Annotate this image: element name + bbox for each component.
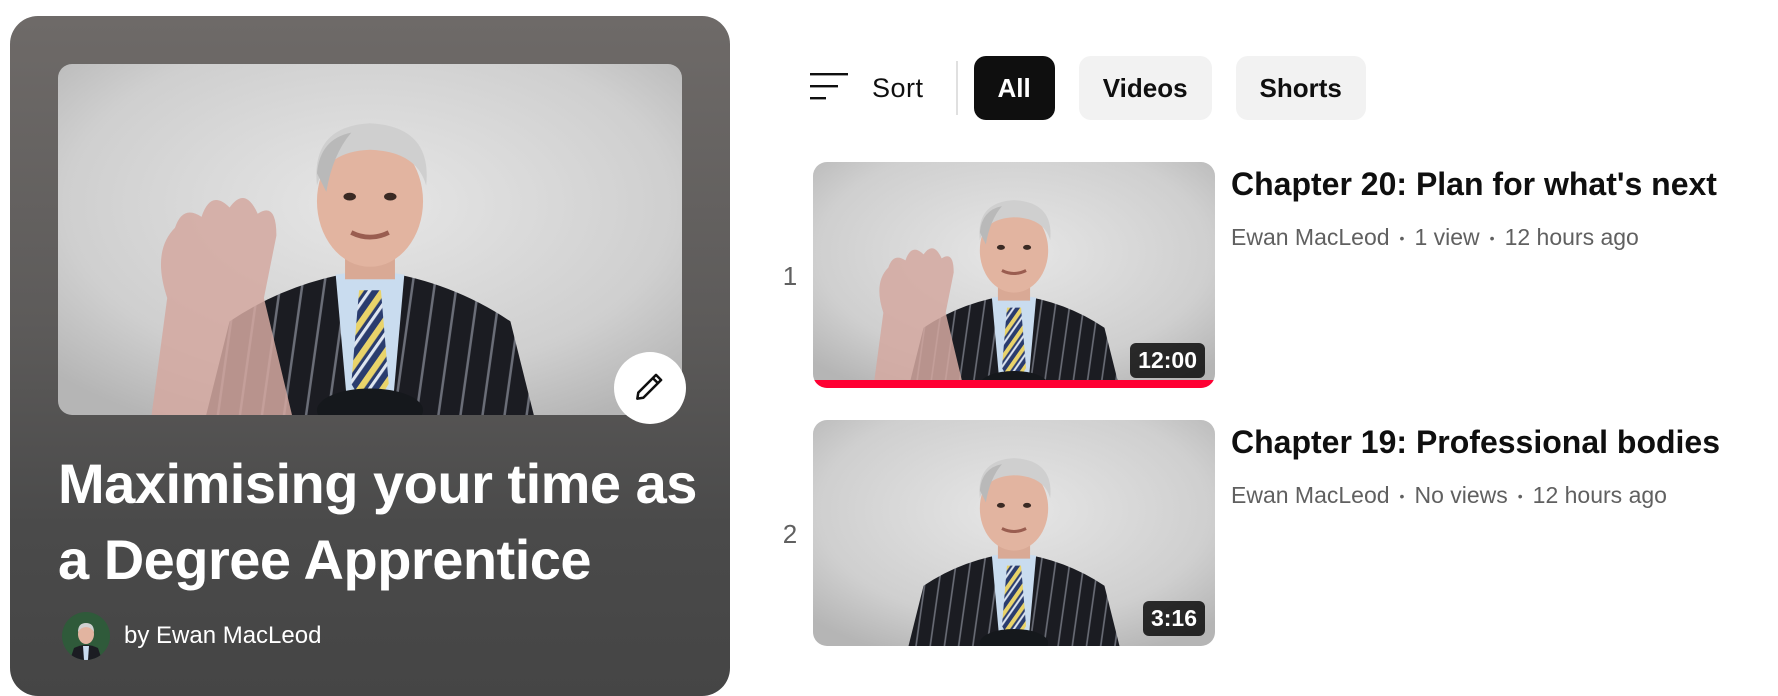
sort-icon — [810, 71, 850, 106]
edit-thumbnail-button[interactable] — [614, 352, 686, 424]
separator-dot: • — [1399, 229, 1405, 246]
list-item[interactable]: 1 12:00 Chapter 20: Plan for what's next… — [760, 162, 1770, 390]
playlist-title: Maximising your time as a Degree Apprent… — [58, 452, 697, 591]
video-thumbnail[interactable]: 3:16 — [813, 420, 1215, 646]
video-index: 1 — [782, 260, 798, 291]
chip-videos[interactable]: Videos — [1078, 56, 1212, 120]
video-thumbnail[interactable]: 12:00 — [813, 162, 1215, 388]
video-index: 2 — [782, 518, 798, 549]
chip-shorts[interactable]: Shorts — [1235, 56, 1366, 120]
watch-progress-bar — [813, 380, 1215, 388]
playlist-thumbnail[interactable] — [58, 64, 682, 415]
divider — [955, 61, 958, 115]
sort-label: Sort — [872, 72, 924, 103]
playlist-owner[interactable]: by Ewan MacLeod — [62, 612, 321, 660]
video-meta: Ewan MacLeod • No views • 12 hours ago — [1231, 482, 1761, 509]
pencil-icon — [631, 367, 669, 410]
video-title[interactable]: Chapter 20: Plan for what's next — [1231, 164, 1761, 204]
video-meta: Ewan MacLeod • 1 view • 12 hours ago — [1231, 224, 1761, 251]
duration-badge: 12:00 — [1130, 343, 1205, 378]
video-info: Chapter 19: Professional bodies Ewan Mac… — [1231, 422, 1761, 509]
view-count: 1 view — [1414, 224, 1480, 250]
owner-name[interactable]: by Ewan MacLeod — [124, 622, 321, 650]
channel-name[interactable]: Ewan MacLeod — [1231, 482, 1390, 509]
playlist-header-panel: Maximising your time as a Degree Apprent… — [10, 16, 730, 696]
video-info: Chapter 20: Plan for what's next Ewan Ma… — [1231, 164, 1761, 251]
view-count: No views — [1414, 482, 1508, 508]
upload-age: 12 hours ago — [1532, 482, 1667, 508]
separator-dot: • — [1399, 487, 1405, 504]
list-item[interactable]: 2 3:16 Chapter 19: Professional bodies E… — [760, 420, 1770, 648]
separator-dot: • — [1517, 487, 1523, 504]
video-title[interactable]: Chapter 19: Professional bodies — [1231, 422, 1761, 462]
separator-dot: • — [1489, 229, 1495, 246]
channel-name[interactable]: Ewan MacLeod — [1231, 224, 1390, 251]
chip-all[interactable]: All — [973, 56, 1055, 120]
avatar[interactable] — [62, 612, 110, 660]
duration-badge: 3:16 — [1142, 601, 1205, 636]
filter-bar: Sort All Videos Shorts — [810, 56, 1390, 120]
sort-button[interactable]: Sort — [810, 56, 956, 120]
upload-age: 12 hours ago — [1504, 224, 1639, 250]
